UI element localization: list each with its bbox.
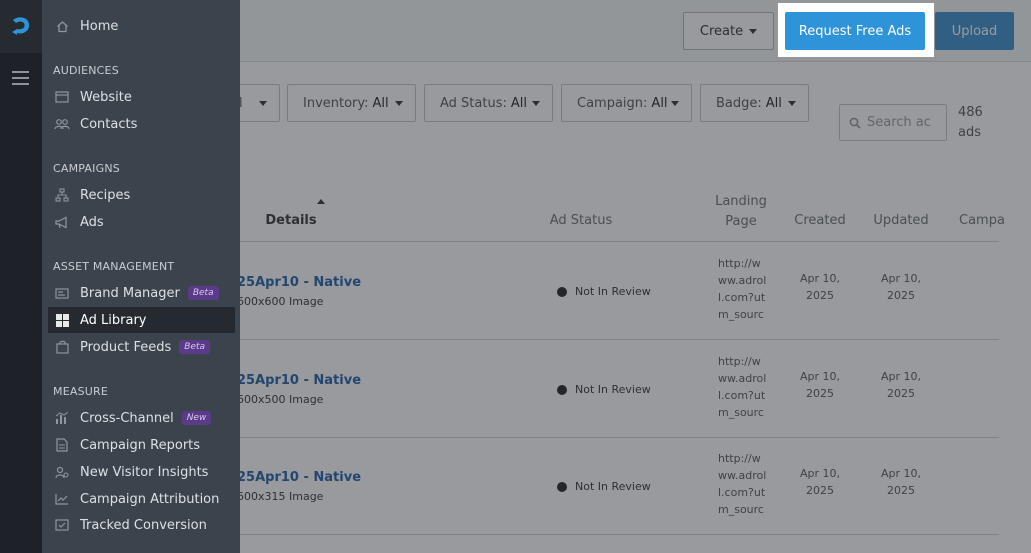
nav-label-cross-channel: Cross-Channel: [80, 410, 174, 426]
visitor-icon: [54, 464, 70, 480]
nav-item-contacts[interactable]: Contacts: [48, 111, 235, 137]
shopping-bag-icon: [54, 339, 70, 355]
nav-label-ad-library: Ad Library: [80, 312, 147, 328]
nav-item-home[interactable]: Home: [48, 13, 235, 39]
request-free-ads-button[interactable]: Request Free Ads: [785, 12, 925, 50]
adroll-logo-icon[interactable]: [8, 14, 34, 40]
nav-label-website: Website: [80, 89, 132, 105]
line-chart-icon: [54, 491, 70, 507]
beta-badge: Beta: [179, 340, 211, 354]
request-free-ads-label: Request Free Ads: [798, 23, 912, 39]
section-audiences: AUDIENCES: [53, 64, 119, 77]
menu-icon[interactable]: [12, 71, 29, 89]
contacts-icon: [54, 116, 70, 132]
report-document-icon: [54, 437, 70, 453]
nav-label-product-feeds: Product Feeds: [80, 339, 172, 355]
nav-item-cross-channel[interactable]: Cross-Channel New: [48, 405, 235, 431]
nav-item-campaign-reports[interactable]: Campaign Reports: [48, 432, 235, 458]
conversion-icon: [54, 517, 70, 533]
section-measure: MEASURE: [53, 385, 108, 398]
home-icon: [54, 18, 70, 34]
megaphone-icon: [54, 214, 70, 230]
new-badge: New: [181, 411, 212, 425]
grid-icon: [54, 312, 70, 328]
section-asset-management: ASSET MANAGEMENT: [53, 260, 175, 273]
app-rail: [0, 0, 42, 553]
nav-label-campaign-reports: Campaign Reports: [80, 437, 201, 453]
nav-label-home: Home: [80, 18, 119, 34]
nav-label-campaign-attribution: Campaign Attribution: [80, 491, 220, 507]
beta-badge: Beta: [187, 286, 219, 300]
nav-item-campaign-attribution[interactable]: Campaign Attribution: [48, 486, 235, 512]
nav-item-ad-library[interactable]: Ad Library: [48, 307, 235, 333]
nav-item-ads[interactable]: Ads: [48, 209, 235, 235]
recipes-hierarchy-icon: [54, 187, 70, 203]
browser-window-icon: [54, 89, 70, 105]
nav-label-tracked-conversion: Tracked Conversion: [80, 517, 207, 533]
nav-item-new-visitor-insights[interactable]: New Visitor Insights: [48, 459, 235, 485]
nav-label-recipes: Recipes: [80, 187, 131, 203]
nav-label-new-visitor-insights: New Visitor Insights: [80, 464, 209, 480]
nav-label-brand-manager: Brand Manager: [80, 285, 180, 301]
nav-item-tracked-conversion[interactable]: Tracked Conversion: [48, 512, 235, 538]
brand-card-icon: [54, 285, 70, 301]
nav-label-contacts: Contacts: [80, 116, 138, 132]
nav-item-website[interactable]: Website: [48, 84, 235, 110]
nav-drawer: Home AUDIENCES Website Contacts CAMPAIGN…: [42, 0, 240, 553]
nav-item-product-feeds[interactable]: Product Feeds Beta: [48, 334, 235, 360]
section-campaigns: CAMPAIGNS: [53, 162, 120, 175]
bar-chart-icon: [54, 410, 70, 426]
nav-item-brand-manager[interactable]: Brand Manager Beta: [48, 280, 235, 306]
nav-label-ads: Ads: [80, 214, 104, 230]
nav-item-recipes[interactable]: Recipes: [48, 182, 235, 208]
